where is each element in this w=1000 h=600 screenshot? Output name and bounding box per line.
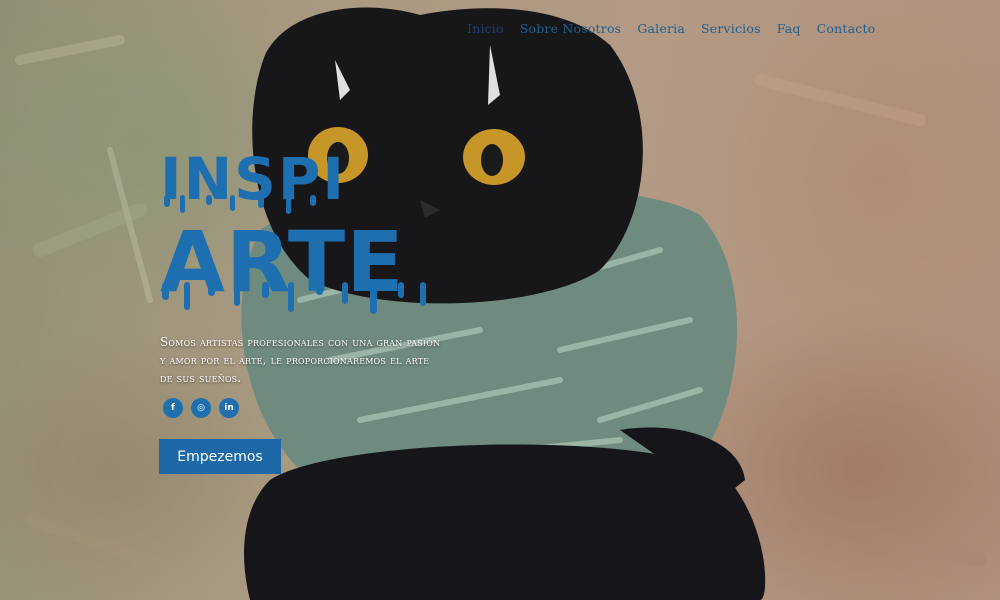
main-navigation: Inicio Sobre Nosotros Galeria Servicios … [467,21,875,36]
hero-description: Somos artistas profesionales con una gra… [160,335,441,385]
nav-item-inicio[interactable]: Inicio [467,21,504,36]
linkedin-icon[interactable]: in [219,398,239,418]
facebook-icon[interactable]: f [163,398,183,418]
instagram-icon[interactable]: ◎ [191,398,211,418]
hero-background-painting [0,0,1000,600]
social-links: f ◎ in [163,398,239,418]
nav-item-galeria[interactable]: Galeria [637,21,685,36]
hero-title-line1: INSPI [160,145,346,213]
nav-item-faq[interactable]: Faq [777,21,801,36]
hero-title-line2: ARTE [160,213,405,311]
nav-item-servicios[interactable]: Servicios [701,21,761,36]
empezemos-button[interactable]: Empezemos [159,439,281,474]
nav-item-contacto[interactable]: Contacto [817,21,876,36]
nav-item-sobre-nosotros[interactable]: Sobre Nosotros [520,21,622,36]
cat-painting-illustration [15,7,987,600]
